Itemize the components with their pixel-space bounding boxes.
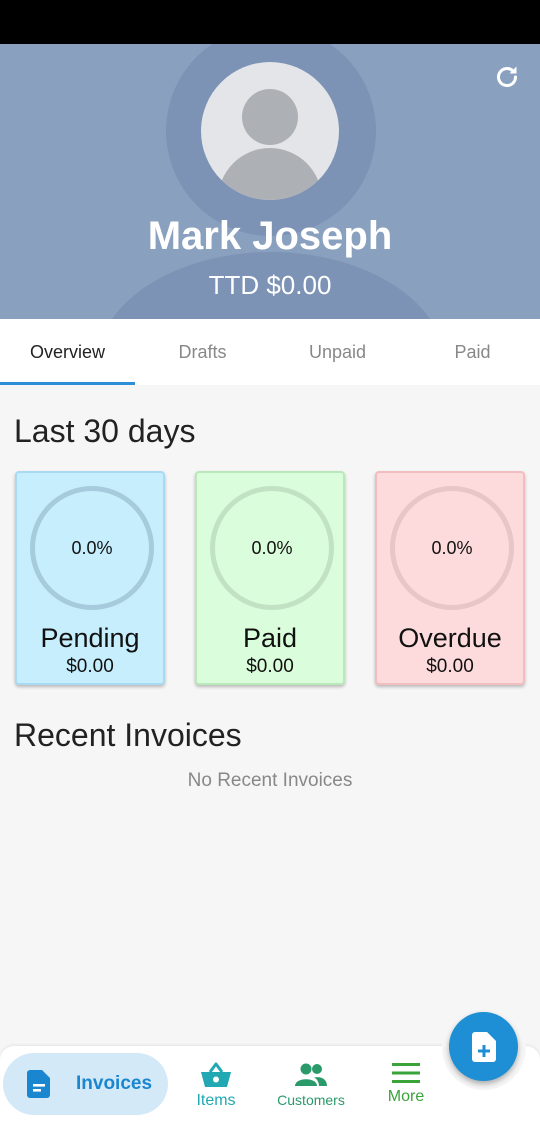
tab-unpaid[interactable]: Unpaid — [270, 319, 405, 385]
overdue-percent-ring: 0.0% — [390, 486, 514, 610]
summary-title: Last 30 days — [14, 413, 196, 449]
people-icon — [295, 1063, 327, 1086]
tab-overview[interactable]: Overview — [0, 319, 135, 385]
menu-icon — [392, 1063, 420, 1083]
pending-card[interactable]: 0.0% Pending $0.00 — [15, 471, 165, 685]
user-balance: TTD $0.00 — [208, 270, 332, 300]
nav-customers-label: Customers — [277, 1092, 345, 1108]
basket-icon — [201, 1062, 231, 1087]
tab-drafts[interactable]: Drafts — [135, 319, 270, 385]
nav-invoices-label: Invoices — [76, 1073, 153, 1094]
status-bar — [0, 0, 540, 44]
tab-paid[interactable]: Paid — [405, 319, 540, 385]
new-invoice-fab[interactable] — [449, 1012, 518, 1081]
paid-percent: 0.0% — [251, 537, 293, 558]
nav-items-label: Items — [196, 1092, 236, 1109]
paid-amount: $0.00 — [246, 656, 294, 677]
refresh-icon[interactable] — [494, 64, 520, 90]
invoice-document-icon — [27, 1070, 50, 1098]
nav-more[interactable]: More — [356, 1062, 456, 1106]
avatar-body-shape — [218, 148, 322, 200]
pending-percent-ring: 0.0% — [30, 486, 154, 610]
paid-card[interactable]: 0.0% Paid $0.00 — [195, 471, 345, 685]
user-name: Mark Joseph — [147, 214, 393, 258]
new-document-icon — [471, 1031, 496, 1062]
overdue-card[interactable]: 0.0% Overdue $0.00 — [375, 471, 525, 685]
overdue-percent: 0.0% — [431, 537, 473, 558]
avatar[interactable] — [201, 62, 339, 200]
nav-items[interactable]: Items — [166, 1062, 266, 1110]
nav-customers[interactable]: Customers — [261, 1062, 361, 1108]
nav-more-label: More — [387, 1088, 425, 1105]
paid-percent-ring: 0.0% — [210, 486, 334, 610]
invoice-tabs: Overview Drafts Unpaid Paid — [0, 319, 540, 385]
overdue-amount: $0.00 — [426, 656, 474, 677]
pending-label: Pending — [40, 623, 140, 653]
avatar-head-shape — [242, 89, 298, 145]
overdue-label: Overdue — [398, 623, 502, 653]
no-recent-invoices-message: No Recent Invoices — [187, 770, 353, 791]
profile-header: Mark Joseph TTD $0.00 — [0, 44, 540, 319]
paid-label: Paid — [242, 623, 298, 653]
pending-amount: $0.00 — [66, 656, 114, 677]
recent-invoices-title: Recent Invoices — [14, 717, 242, 753]
nav-invoices[interactable]: Invoices — [3, 1053, 168, 1115]
pending-percent: 0.0% — [71, 537, 113, 558]
